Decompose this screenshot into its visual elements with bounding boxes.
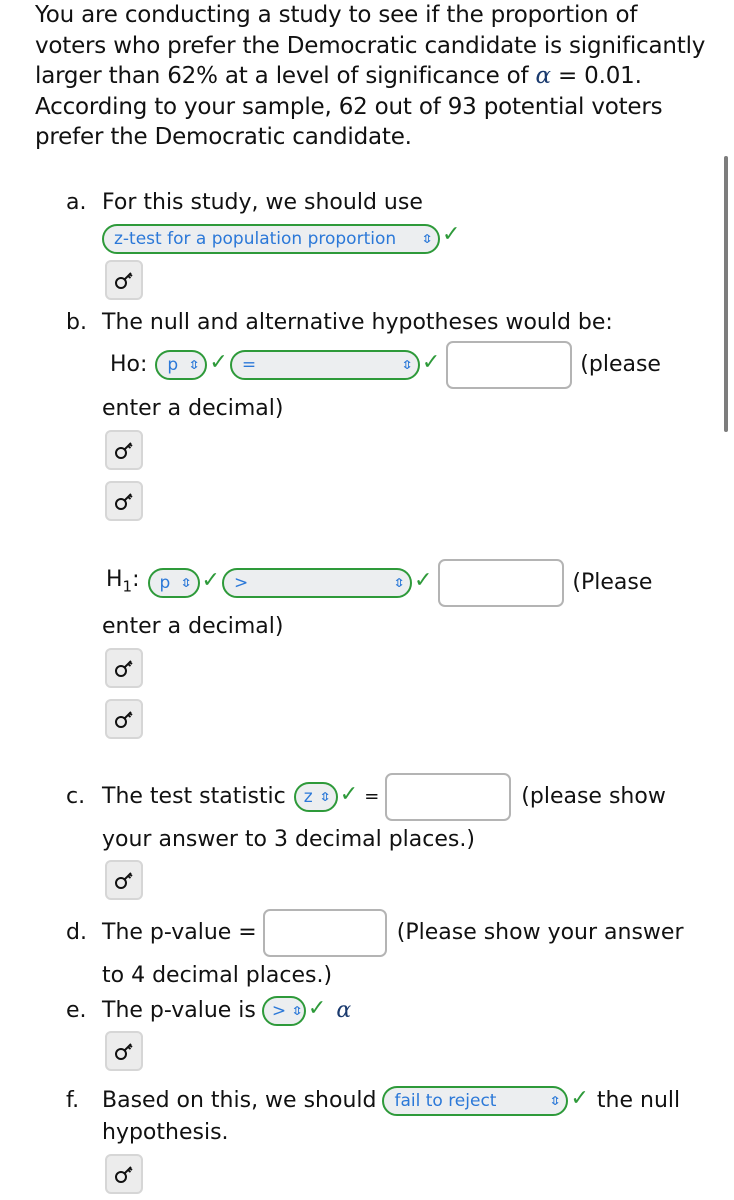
equals-sign: =: [364, 786, 380, 807]
h0-parameter-select[interactable]: p ⇕: [155, 350, 208, 380]
part-d-hint-end: to 4 decimal places.): [102, 963, 333, 988]
key-button[interactable]: [105, 1031, 143, 1071]
h1-label-main: H: [106, 566, 123, 592]
key-icon: [115, 272, 133, 289]
key-button[interactable]: [105, 260, 143, 300]
problem-statement: You are conducting a study to see if the…: [35, 0, 715, 153]
chevron-updown-icon: ⇕: [400, 358, 414, 372]
part-c-hint-start: (please show: [521, 784, 666, 809]
h0-operator-value: =: [241, 355, 257, 375]
key-button[interactable]: [105, 1154, 143, 1194]
h1-label-colon: :: [132, 566, 140, 592]
key-icon: [115, 711, 133, 728]
alpha-symbol: α: [535, 63, 552, 89]
h1-operator-select[interactable]: > ⇕: [221, 568, 412, 598]
part-f-marker: f.: [66, 1088, 80, 1113]
key-button[interactable]: [105, 430, 143, 470]
part-e-marker: e.: [66, 998, 87, 1023]
p-value-input[interactable]: [262, 909, 387, 957]
h1-label-subscript: 1: [122, 577, 133, 596]
checkmark-icon: ✓: [413, 568, 433, 593]
h0-value-input[interactable]: [446, 341, 573, 389]
h0-hint-start: (please: [580, 352, 661, 377]
checkmark-icon: ✓: [201, 568, 220, 593]
chevron-updown-icon: ⇕: [548, 1094, 562, 1108]
part-a-answer-row: z-test for a population proportion ⇕ ✓: [102, 222, 460, 254]
checkmark-icon: ✓: [570, 1086, 589, 1111]
key-button[interactable]: [105, 699, 143, 739]
checkmark-icon: ✓: [442, 222, 461, 247]
part-b-question: b. The null and alternative hypotheses wo…: [66, 308, 613, 338]
h1-value-input[interactable]: [438, 559, 565, 607]
p-value-comparison-value: >: [271, 1001, 287, 1021]
part-d-hint-start: (Please show your answer: [396, 920, 684, 945]
part-f-row: f. Based on this, we should fail to reje…: [66, 1085, 680, 1117]
part-d-row: d. The p-value = (Please show your answe…: [66, 908, 684, 958]
key-button[interactable]: [105, 860, 143, 900]
chevron-updown-icon: ⇕: [392, 576, 406, 590]
chevron-updown-icon: ⇕: [187, 358, 201, 372]
part-c-row: c. The test statistic z ⇕ ✓ = (please sh…: [66, 772, 666, 822]
part-a-text: For this study, we should use: [102, 190, 423, 215]
key-icon: [115, 442, 133, 459]
part-d-text: The p-value =: [102, 920, 257, 945]
p-value-comparison-select[interactable]: > ⇕: [261, 996, 306, 1026]
h1-hint-start: (Please: [572, 570, 653, 595]
part-f-text-after: the null: [596, 1088, 681, 1113]
h0-parameter-value: p: [167, 355, 179, 375]
test-statistic-select[interactable]: z ⇕: [293, 782, 338, 812]
h1-label: H1:: [106, 565, 140, 601]
test-type-select[interactable]: z-test for a population proportion ⇕: [102, 224, 440, 254]
key-button[interactable]: [105, 648, 143, 688]
chevron-updown-icon: ⇕: [318, 790, 332, 804]
vertical-scrollbar[interactable]: [724, 156, 728, 432]
decision-select[interactable]: fail to reject ⇕: [382, 1086, 569, 1116]
part-c-text: The test statistic: [102, 784, 286, 809]
part-f-text-end: hypothesis.: [102, 1120, 229, 1145]
chevron-updown-icon: ⇕: [179, 576, 194, 590]
key-icon: [115, 1166, 133, 1183]
key-icon: [115, 872, 133, 889]
part-b-marker: b.: [66, 310, 87, 335]
checkmark-icon: ✓: [209, 350, 228, 375]
checkmark-icon: ✓: [307, 996, 327, 1021]
key-icon: [115, 493, 133, 510]
part-e-row: e. The p-value is > ⇕ ✓ α: [66, 995, 351, 1027]
key-button[interactable]: [105, 481, 143, 521]
part-d-marker: d.: [66, 920, 87, 945]
key-icon: [115, 660, 133, 677]
checkmark-icon: ✓: [421, 350, 441, 375]
h1-hint-end: enter a decimal): [102, 614, 284, 639]
test-type-select-value: z-test for a population proportion: [114, 229, 397, 249]
part-b-text: The null and alternative hypotheses woul…: [102, 310, 613, 335]
h0-row: Ho: p ⇕ ✓ = ⇕ ✓ (please: [110, 340, 661, 390]
h0-hint-end: enter a decimal): [102, 396, 284, 421]
decision-value: fail to reject: [394, 1091, 497, 1111]
part-c-hint-end: your answer to 3 decimal places.): [102, 827, 475, 852]
checkmark-icon: ✓: [339, 782, 359, 807]
test-statistic-input[interactable]: [385, 773, 512, 821]
h1-row: H1: p ⇕ ✓ > ⇕ ✓ (Please: [106, 558, 652, 608]
chevron-updown-icon: ⇕: [290, 1004, 304, 1018]
test-statistic-value: z: [303, 787, 313, 807]
h1-parameter-value: p: [159, 573, 171, 593]
part-a-marker: a.: [66, 190, 87, 215]
part-c-marker: c.: [66, 784, 86, 809]
h1-parameter-select[interactable]: p ⇕: [147, 568, 200, 598]
alpha-symbol: α: [336, 998, 352, 1023]
h0-label: Ho:: [110, 352, 148, 377]
part-a-question: a. For this study, we should use: [66, 188, 423, 218]
chevron-updown-icon: ⇕: [420, 232, 434, 246]
h0-operator-select[interactable]: = ⇕: [229, 350, 420, 380]
h1-operator-value: >: [233, 573, 249, 593]
key-icon: [115, 1043, 133, 1060]
part-f-text: Based on this, we should: [102, 1088, 377, 1113]
part-e-text: The p-value is: [102, 998, 256, 1023]
